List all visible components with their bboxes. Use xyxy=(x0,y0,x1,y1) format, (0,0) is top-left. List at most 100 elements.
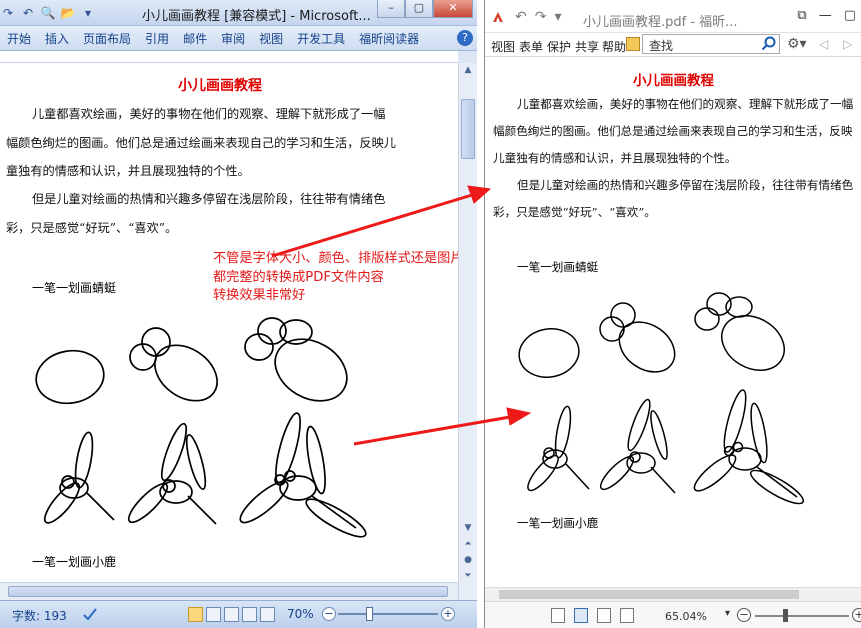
customize-toolbar-icon[interactable]: ▾ xyxy=(80,6,96,20)
dragonfly-drawing-image xyxy=(518,292,805,505)
search-input[interactable]: 查找 xyxy=(642,34,780,54)
horizontal-scrollbar[interactable] xyxy=(0,582,458,600)
caption-dragonfly: 一笔一划画蜻蜓 xyxy=(517,260,599,274)
ruler-toggle-icon[interactable] xyxy=(458,51,477,63)
paragraph-1: 儿童都喜欢绘画，美好的事物在他们的观察、理解下就形成了一幅幅颜色绚烂的图画。他们… xyxy=(493,97,854,165)
callout-line-3: 转换效果非常好 xyxy=(213,288,306,303)
foxit-status-bar: 65.04% ▾ − + xyxy=(485,601,861,628)
pdf-document-page: 小儿画画教程 儿童都喜欢绘画，美好的事物在他们的观察、理解下就形成了一幅幅颜色绚… xyxy=(485,57,861,587)
prev-page-icon[interactable]: ⏶ xyxy=(461,539,475,553)
word-count[interactable]: 字数: 193 xyxy=(12,607,67,624)
facing-page-icon[interactable] xyxy=(597,608,611,623)
zoom-slider-handle[interactable] xyxy=(783,609,788,622)
print-layout-icon[interactable] xyxy=(188,607,203,622)
minimize-button[interactable]: – xyxy=(377,0,405,18)
foxit-doc-title: 小儿画画教程.pdf - 福昕... xyxy=(583,15,738,30)
zoom-level[interactable]: 65.04% xyxy=(665,610,707,623)
redo-icon[interactable]: ↷ xyxy=(535,9,547,25)
zoom-slider[interactable] xyxy=(755,615,849,617)
tab-help[interactable]: 帮助 xyxy=(602,38,626,55)
scroll-up-icon[interactable]: ▲ xyxy=(461,65,475,79)
tab-protect[interactable]: 保护 xyxy=(547,38,571,55)
undo-icon[interactable]: ↶ xyxy=(515,9,527,25)
web-layout-icon[interactable] xyxy=(224,607,239,622)
horizontal-scroll-thumb[interactable] xyxy=(499,590,799,599)
word-doc-title: 小儿画画教程 [兼容模式] - Microsoft... xyxy=(142,9,371,24)
zoom-slider-handle[interactable] xyxy=(366,607,373,621)
nav-forward-icon[interactable]: ▷ xyxy=(843,37,852,51)
paragraph-2: 但是儿童对绘画的热情和兴趣多停留在浅层阶段，往往带有情绪色彩，只是感觉“好玩”、… xyxy=(6,192,386,235)
callout-line-2: 都完整的转换成PDF文件内容 xyxy=(213,269,384,285)
paragraph-1: 儿童都喜欢绘画，美好的事物在他们的观察、理解下就形成了一幅幅颜色绚烂的图画。他们… xyxy=(6,107,396,178)
foxit-logo-icon xyxy=(493,12,503,22)
scroll-thumb[interactable] xyxy=(461,99,475,159)
customize-toolbar-icon[interactable]: ▾ xyxy=(554,9,561,25)
tab-view[interactable]: 视图 xyxy=(491,38,515,55)
find-folder-icon[interactable] xyxy=(626,37,640,51)
zoom-dropdown-icon[interactable]: ▾ xyxy=(725,608,730,619)
next-page-icon[interactable]: ⏷ xyxy=(461,571,475,585)
single-page-icon[interactable] xyxy=(551,608,565,623)
horizontal-ruler xyxy=(0,51,477,63)
open-folder-icon[interactable]: 📂 xyxy=(60,6,76,20)
select-browse-object-icon[interactable]: ● xyxy=(461,555,475,569)
horizontal-scroll-thumb[interactable] xyxy=(8,586,448,597)
tab-insert[interactable]: 插入 xyxy=(38,30,76,47)
quick-access-toolbar: ↷ ↶ 🔍 📂 ▾ xyxy=(0,4,96,22)
tab-review[interactable]: 审阅 xyxy=(214,30,252,47)
help-icon[interactable]: ? xyxy=(457,30,473,46)
vertical-scrollbar[interactable]: ▲ ▼ ⏶ ● ⏷ xyxy=(458,63,477,600)
undo-icon[interactable]: ↶ xyxy=(20,6,36,20)
foxit-title-bar: ↶ ↷ ▾ 小儿画画教程.pdf - 福昕... ⧉ — ▢ xyxy=(485,0,861,33)
maximize-button[interactable]: ▢ xyxy=(405,0,433,18)
continuous-page-icon[interactable] xyxy=(574,608,588,623)
full-screen-reading-icon[interactable] xyxy=(206,607,221,622)
continuous-facing-icon[interactable] xyxy=(620,608,634,623)
tab-developer[interactable]: 开发工具 xyxy=(290,30,352,47)
zoom-out-icon[interactable]: − xyxy=(737,608,751,622)
word-status-bar: 字数: 193 70% − + xyxy=(0,600,477,628)
page-display-buttons xyxy=(551,608,634,623)
word-title-bar: ↷ ↶ 🔍 📂 ▾ 小儿画画教程 [兼容模式] - Microsoft... –… xyxy=(0,0,477,26)
caption-deer: 一笔一划画小鹿 xyxy=(517,516,599,530)
zoom-in-icon[interactable]: + xyxy=(852,608,861,622)
minimize-button[interactable]: — xyxy=(819,8,832,23)
doc-heading: 小儿画画教程 xyxy=(178,78,262,94)
restore-ribbon-icon[interactable]: ⧉ xyxy=(797,8,806,23)
view-buttons xyxy=(188,607,275,622)
maximize-button[interactable]: ▢ xyxy=(844,8,856,23)
search-icon[interactable] xyxy=(761,36,777,52)
caption-dragonfly: 一笔一划画蜻蜓 xyxy=(32,281,117,295)
zoom-level[interactable]: 70% xyxy=(287,607,314,621)
close-button[interactable]: ✕ xyxy=(433,0,473,18)
scroll-down-icon[interactable]: ▼ xyxy=(461,523,475,537)
zoom-in-icon[interactable]: + xyxy=(441,607,455,621)
zoom-out-icon[interactable]: − xyxy=(322,607,336,621)
word-ribbon-tabs: 开始 插入 页面布局 引用 邮件 审阅 视图 开发工具 福昕阅读器 ? xyxy=(0,26,477,51)
tab-form[interactable]: 表单 xyxy=(519,38,543,55)
doc-heading: 小儿画画教程 xyxy=(633,73,714,89)
callout-line-1: 不管是字体大小、颜色、排版样式还是图片 xyxy=(213,251,458,266)
foxit-reader-window: ↶ ↷ ▾ 小儿画画教程.pdf - 福昕... ⧉ — ▢ 视图 表单 保护 … xyxy=(484,0,861,628)
tab-references[interactable]: 引用 xyxy=(138,30,176,47)
tab-home[interactable]: 开始 xyxy=(0,30,38,47)
settings-gear-icon[interactable]: ⚙▾ xyxy=(787,36,807,52)
tab-view[interactable]: 视图 xyxy=(252,30,290,47)
tab-mailings[interactable]: 邮件 xyxy=(176,30,214,47)
redo-icon[interactable]: ↷ xyxy=(0,6,16,20)
annotation-callout: 不管是字体大小、颜色、排版样式还是图片 都完整的转换成PDF文件内容 转换效果非… xyxy=(213,250,458,306)
foxit-ribbon-tabs: 视图 表单 保护 共享 帮助 查找 ⚙▾ ◁ ▷ xyxy=(485,33,861,57)
tab-foxit-reader[interactable]: 福昕阅读器 xyxy=(352,30,426,47)
print-preview-icon[interactable]: 🔍 xyxy=(40,6,56,20)
spelling-check-icon[interactable] xyxy=(82,606,98,622)
draft-view-icon[interactable] xyxy=(260,607,275,622)
nav-back-icon[interactable]: ◁ xyxy=(819,37,828,51)
dragonfly-drawing-image xyxy=(35,317,367,538)
paragraph-2: 但是儿童对绘画的热情和兴趣多停留在浅层阶段，往往带有情绪色彩，只是感觉“好玩”、… xyxy=(493,178,854,219)
tab-page-layout[interactable]: 页面布局 xyxy=(76,30,138,47)
horizontal-scrollbar[interactable] xyxy=(485,587,861,601)
search-placeholder: 查找 xyxy=(649,39,674,53)
outline-view-icon[interactable] xyxy=(242,607,257,622)
zoom-slider[interactable] xyxy=(338,613,438,615)
tab-share[interactable]: 共享 xyxy=(575,38,599,55)
